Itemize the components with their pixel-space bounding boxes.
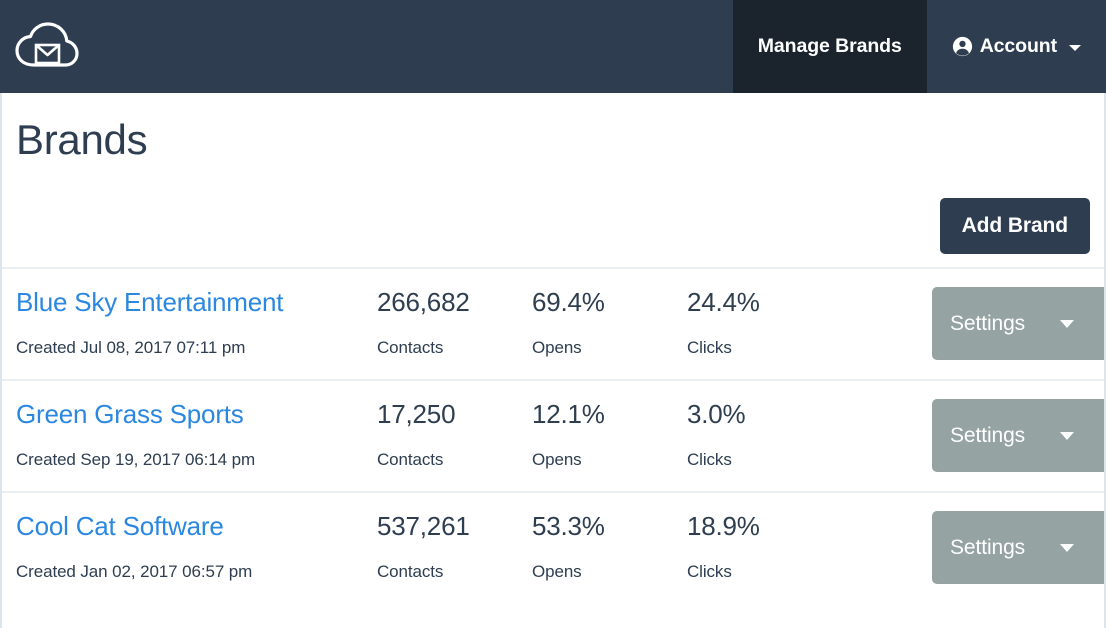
logo-link[interactable] [0,0,80,93]
settings-button-label: Settings [950,536,1054,560]
brand-name-link[interactable]: Green Grass Sports [16,400,244,430]
brand-settings-cell: Settings [932,287,1106,360]
brand-contacts-cell: 17,250 Contacts [377,400,532,470]
nav-item-manage-brands[interactable]: Manage Brands [733,0,927,93]
top-navbar: Manage Brands Account [0,0,1106,93]
brand-opens-cell: 69.4% Opens [532,288,687,358]
brand-opens-value: 69.4% [532,288,687,318]
navbar-menu: Manage Brands Account [733,0,1106,93]
brand-settings-cell: Settings [932,511,1106,584]
cloud-envelope-logo-icon [14,21,80,73]
navbar-spacer [80,0,733,93]
brand-name-link[interactable]: Blue Sky Entertainment [16,288,283,318]
brand-created-date: Created Jul 08, 2017 07:11 pm [16,338,377,358]
brand-name-cell: Cool Cat Software Created Jan 02, 2017 0… [2,512,377,582]
add-brand-button[interactable]: Add Brand [940,198,1090,254]
brand-contacts-label: Contacts [377,450,532,470]
chevron-down-icon [1060,320,1074,328]
brand-clicks-label: Clicks [687,450,867,470]
brand-contacts-label: Contacts [377,562,532,582]
brand-list: Blue Sky Entertainment Created Jul 08, 2… [2,267,1104,605]
settings-dropdown-button[interactable]: Settings [932,399,1106,472]
brand-clicks-label: Clicks [687,562,867,582]
brand-name-cell: Blue Sky Entertainment Created Jul 08, 2… [2,288,377,358]
chevron-down-icon [1069,45,1081,51]
brand-opens-value: 12.1% [532,400,687,430]
brand-opens-value: 53.3% [532,512,687,542]
brand-clicks-cell: 24.4% Clicks [687,288,867,358]
brand-contacts-value: 266,682 [377,288,532,318]
brand-clicks-value: 18.9% [687,512,867,542]
brand-created-date: Created Sep 19, 2017 06:14 pm [16,450,377,470]
chevron-down-icon [1060,544,1074,552]
nav-item-account-label: Account [980,35,1057,58]
brand-settings-cell: Settings [932,399,1106,472]
brand-clicks-value: 24.4% [687,288,867,318]
brand-contacts-label: Contacts [377,338,532,358]
brand-name-link[interactable]: Cool Cat Software [16,512,224,542]
brand-contacts-value: 17,250 [377,400,532,430]
page-title: Brands [2,93,1104,163]
brand-created-date: Created Jan 02, 2017 06:57 pm [16,562,377,582]
brand-name-cell: Green Grass Sports Created Sep 19, 2017 … [2,400,377,470]
brand-contacts-cell: 266,682 Contacts [377,288,532,358]
table-row: Cool Cat Software Created Jan 02, 2017 0… [2,493,1104,605]
table-row: Green Grass Sports Created Sep 19, 2017 … [2,381,1104,493]
brand-opens-cell: 53.3% Opens [532,512,687,582]
brand-clicks-cell: 3.0% Clicks [687,400,867,470]
brand-clicks-value: 3.0% [687,400,867,430]
person-icon [952,36,973,57]
brand-opens-cell: 12.1% Opens [532,400,687,470]
nav-item-account[interactable]: Account [927,0,1106,93]
brand-opens-label: Opens [532,450,687,470]
brand-clicks-label: Clicks [687,338,867,358]
brand-contacts-value: 537,261 [377,512,532,542]
nav-item-manage-brands-label: Manage Brands [758,35,902,58]
brand-clicks-cell: 18.9% Clicks [687,512,867,582]
settings-button-label: Settings [950,312,1054,336]
brand-contacts-cell: 537,261 Contacts [377,512,532,582]
settings-dropdown-button[interactable]: Settings [932,287,1106,360]
brand-opens-label: Opens [532,562,687,582]
table-row: Blue Sky Entertainment Created Jul 08, 2… [2,269,1104,381]
settings-button-label: Settings [950,424,1054,448]
brand-opens-label: Opens [532,338,687,358]
settings-dropdown-button[interactable]: Settings [932,511,1106,584]
chevron-down-icon [1060,432,1074,440]
page-toolbar: Add Brand [2,163,1104,267]
page-container: Brands Add Brand Blue Sky Entertainment … [0,93,1106,628]
